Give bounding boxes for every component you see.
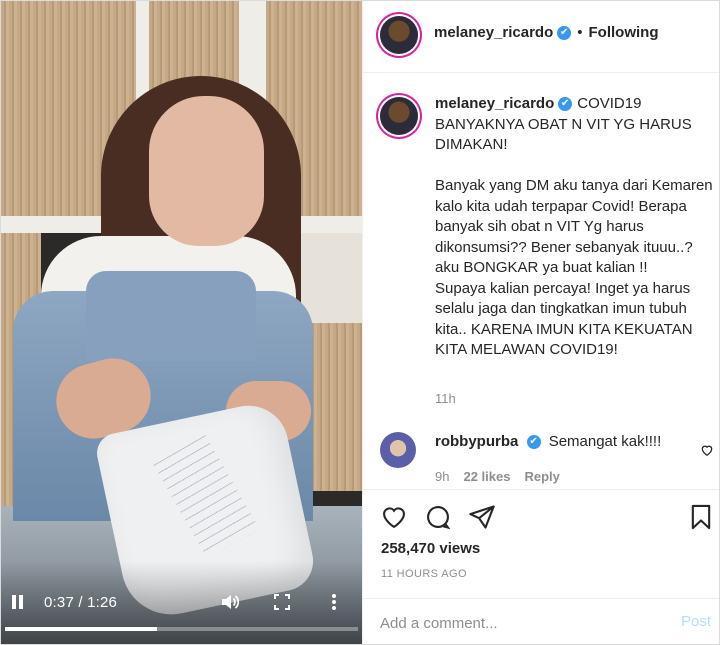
instagram-post-modal: 0:37 / 1:26 melaney_ricardo ✔ • Followin… (0, 0, 720, 645)
post-header: melaney_ricardo ✔ • Following (363, 1, 719, 73)
post-date[interactable]: 11 HOURS AGO (381, 568, 467, 580)
comment-username[interactable]: robbypurba (435, 433, 518, 450)
caption-text: COVID19 BANYAKNYA OBAT N VIT YG HARUS DI… (435, 95, 713, 358)
video-controls: 0:37 / 1:26 (1, 587, 362, 617)
video-player[interactable]: 0:37 / 1:26 (1, 1, 362, 644)
separator-dot: • (577, 24, 583, 41)
caption-avatar[interactable] (380, 97, 418, 135)
comment-input[interactable] (380, 611, 650, 635)
post-actions: 258,470 views 11 HOURS AGO (363, 489, 719, 609)
following-button[interactable]: Following (589, 24, 659, 41)
save-icon[interactable] (687, 503, 715, 531)
avatar[interactable] (380, 16, 418, 54)
comment-icon[interactable] (424, 503, 452, 531)
post-details-panel: melaney_ricardo ✔ • Following melaney_ri… (362, 1, 719, 644)
caption-username[interactable]: melaney_ricardo (435, 95, 554, 112)
video-time: 0:37 / 1:26 (44, 594, 118, 611)
header-username[interactable]: melaney_ricardo (434, 24, 553, 41)
pause-icon[interactable] (11, 595, 25, 611)
reply-button[interactable]: Reply (524, 469, 559, 484)
volume-icon[interactable] (219, 591, 241, 613)
comment-like-icon[interactable] (700, 443, 716, 459)
share-icon[interactable] (468, 503, 496, 531)
comment-avatar[interactable] (380, 432, 416, 468)
video-frame (1, 1, 362, 644)
comment-likes[interactable]: 22 likes (463, 469, 510, 484)
video-progress-bar[interactable] (5, 627, 358, 631)
verified-badge-icon: ✔ (558, 97, 573, 112)
comment-time[interactable]: 9h (435, 469, 449, 484)
more-icon[interactable] (323, 591, 345, 613)
comment-text: Semangat kak!!!! (548, 433, 662, 450)
caption-text-block: melaney_ricardo ✔ COVID19 BANYAKNYA OBAT N… (435, 94, 719, 361)
video-progress-fill (5, 627, 157, 631)
view-count[interactable]: 258,470 views (381, 540, 480, 557)
post-button[interactable]: Post (681, 613, 711, 630)
fullscreen-icon[interactable] (271, 591, 293, 613)
add-comment-bar: Post (363, 598, 719, 644)
heart-icon[interactable] (380, 503, 408, 531)
verified-badge-icon: ✔ (557, 25, 572, 40)
caption-time[interactable]: 11h (435, 391, 456, 406)
verified-badge-icon: ✔ (526, 435, 541, 450)
